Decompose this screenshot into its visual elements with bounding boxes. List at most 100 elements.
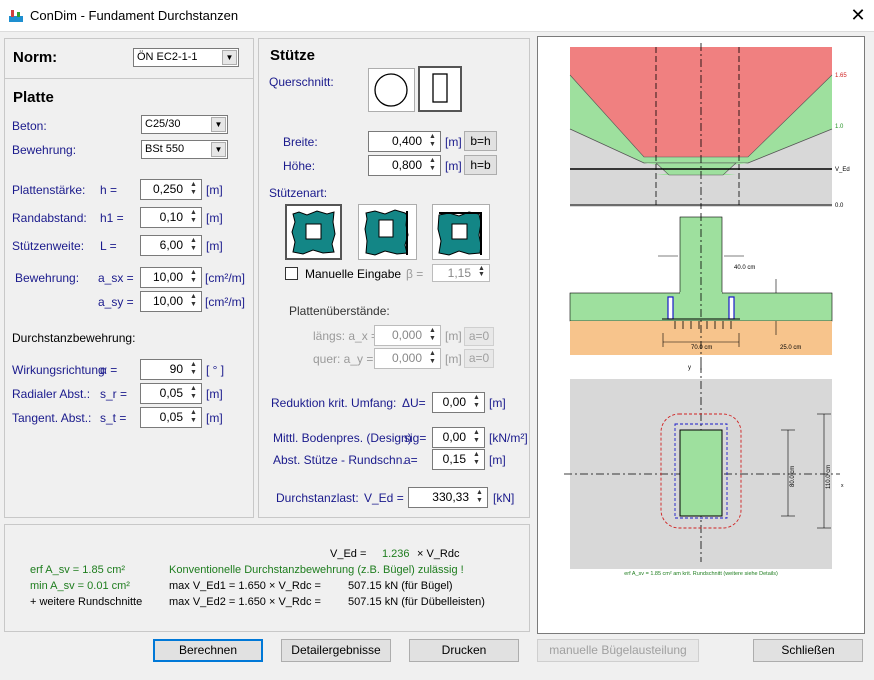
quer-value: 0,000 xyxy=(391,351,422,365)
boden-input[interactable]: 0,00 ▲ ▼ xyxy=(432,427,485,448)
spinner-icon[interactable]: ▲ ▼ xyxy=(187,361,200,378)
spinner-icon[interactable]: ▲ ▼ xyxy=(187,409,200,426)
spinner-icon[interactable]: ▲ ▼ xyxy=(187,209,200,226)
corner-column-button[interactable] xyxy=(432,204,490,260)
wirkung-input[interactable]: 90 ▲ ▼ xyxy=(140,359,202,380)
bewehrung-label: Bewehrung: xyxy=(12,143,77,157)
abst-input[interactable]: 0,15 ▲ ▼ xyxy=(432,449,485,470)
ay-zero-button[interactable]: a=0 xyxy=(464,349,494,368)
asy-input[interactable]: 10,00 ▲ ▼ xyxy=(140,291,202,312)
breite-input[interactable]: 0,400 ▲ ▼ xyxy=(368,131,441,152)
last-input[interactable]: 330,33 ▲ ▼ xyxy=(408,487,488,508)
spinner-icon[interactable]: ▲ ▼ xyxy=(475,265,488,280)
laengs-input[interactable]: 0,000 ▲ ▼ xyxy=(374,325,441,346)
randabstand-input[interactable]: 0,10 ▲ ▼ xyxy=(140,207,202,228)
spinner-icon[interactable]: ▲ ▼ xyxy=(187,181,200,198)
radial-label: Radialer Abst.: xyxy=(12,387,91,401)
last-label: Durchstanzlast: xyxy=(276,491,359,505)
max-ved2-val: 507.15 kN (für Dübelleisten) xyxy=(348,596,485,608)
reduktion-sym: ΔU= xyxy=(402,396,426,410)
plattenstaerke-sym: h = xyxy=(100,183,118,197)
asx-unit: [cm²/m] xyxy=(205,271,245,285)
dim-110: 110.0 cm xyxy=(826,465,832,489)
beta-value: 1,15 xyxy=(447,266,471,280)
spinner-icon[interactable]: ▲ ▼ xyxy=(473,489,486,506)
plattenstaerke-input[interactable]: 0,250 ▲ ▼ xyxy=(140,179,202,200)
spinner-icon[interactable]: ▲ ▼ xyxy=(426,133,439,150)
stuetze-header: Stütze xyxy=(270,47,315,64)
rect-section-button[interactable] xyxy=(418,66,462,112)
asx-input[interactable]: 10,00 ▲ ▼ xyxy=(140,267,202,288)
manuelle-label: Manuelle Eingabe xyxy=(305,267,402,281)
spinner-icon[interactable]: ▲ ▼ xyxy=(426,327,439,344)
tangent-input[interactable]: 0,05 ▲ ▼ xyxy=(140,407,202,428)
spinner-icon[interactable]: ▲ ▼ xyxy=(426,157,439,174)
randabstand-sym: h1 = xyxy=(100,211,124,225)
dim-25: 25.0 cm xyxy=(780,345,801,351)
berechnen-button[interactable]: Berechnen xyxy=(153,639,263,662)
radial-input[interactable]: 0,05 ▲ ▼ xyxy=(140,383,202,404)
norm-divider xyxy=(5,78,253,79)
norm-value: ÖN EC2-1-1 xyxy=(137,51,198,63)
drucken-button[interactable]: Drucken xyxy=(409,639,519,662)
spinner-icon[interactable]: ▲ ▼ xyxy=(470,451,483,468)
spinner-icon[interactable]: ▲ ▼ xyxy=(187,385,200,402)
quer-input[interactable]: 0,000 ▲ ▼ xyxy=(374,348,441,369)
reduktion-input[interactable]: 0,00 ▲ ▼ xyxy=(432,392,485,413)
spinner-icon[interactable]: ▲ ▼ xyxy=(187,269,200,286)
max-ved1-val: 507.15 kN (für Bügel) xyxy=(348,580,453,592)
chevron-down-icon: ▼ xyxy=(222,50,237,65)
ax-zero-button[interactable]: a=0 xyxy=(464,327,494,346)
manuelle-buegel-button[interactable]: manuelle Bügelausteilung xyxy=(537,639,699,662)
inner-column-button[interactable] xyxy=(285,204,342,260)
circle-icon xyxy=(374,73,408,107)
spinner-icon[interactable]: ▲ ▼ xyxy=(470,394,483,411)
inner-column-icon xyxy=(291,210,336,255)
stuetzenweite-input[interactable]: 6,00 ▲ ▼ xyxy=(140,235,202,256)
close-icon[interactable]: ✕ xyxy=(848,4,868,26)
tangent-unit: [m] xyxy=(206,411,223,425)
spinner-icon[interactable]: ▲ ▼ xyxy=(470,429,483,446)
bewehrung-select[interactable]: BSt 550 ▼ xyxy=(141,140,228,159)
round-section-button[interactable] xyxy=(368,68,415,112)
spinner-icon[interactable]: ▲ ▼ xyxy=(426,350,439,367)
radial-sym: s_r = xyxy=(100,387,128,401)
dim-70: 70.0 cm xyxy=(691,345,712,351)
abst-label: Abst. Stütze - Rundschn. xyxy=(273,453,406,467)
last-sym: V_Ed = xyxy=(364,491,404,505)
hoehe-input[interactable]: 0,800 ▲ ▼ xyxy=(368,155,441,176)
caption: erf A_sv = 1.85 cm² am krit. Rundschnitt… xyxy=(624,571,778,577)
norm-select[interactable]: ÖN EC2-1-1 ▼ xyxy=(133,48,239,67)
wirkung-sym: α = xyxy=(100,363,118,377)
ueberstand-label: Plattenüberstände: xyxy=(289,304,390,318)
min-asv: min A_sv = 0.01 cm² xyxy=(30,580,130,592)
manuelle-checkbox[interactable] xyxy=(285,267,298,280)
spinner-icon[interactable]: ▲ ▼ xyxy=(187,237,200,254)
breite-value: 0,400 xyxy=(391,134,422,148)
abst-unit: [m] xyxy=(489,453,506,467)
chevron-down-icon: ▼ xyxy=(211,117,226,132)
wirkung-label: Wirkungsrichtung xyxy=(12,363,105,377)
boden-value: 0,00 xyxy=(442,430,466,444)
laengs-unit: [m] xyxy=(445,329,462,343)
b-equals-h-button[interactable]: b=h xyxy=(464,131,497,151)
corner-column-icon xyxy=(437,211,482,256)
wirkung-value: 90 xyxy=(169,362,183,376)
results-panel xyxy=(4,524,530,632)
edge-column-button[interactable] xyxy=(358,204,417,260)
lbl-ved: V_Ed xyxy=(835,167,850,173)
spinner-icon[interactable]: ▲ ▼ xyxy=(187,293,200,310)
detailergebnisse-button[interactable]: Detailergebnisse xyxy=(281,639,391,662)
beta-input[interactable]: 1,15 ▲ ▼ xyxy=(432,264,490,282)
beton-select[interactable]: C25/30 ▼ xyxy=(141,115,228,134)
h-equals-b-button[interactable]: h=b xyxy=(464,155,497,175)
axis-y: y xyxy=(688,365,691,371)
radial-unit: [m] xyxy=(206,387,223,401)
schliessen-button[interactable]: Schließen xyxy=(753,639,863,662)
reduktion-unit: [m] xyxy=(489,396,506,410)
ved-result-a: V_Ed = xyxy=(330,548,367,560)
last-value: 330,33 xyxy=(432,490,469,504)
max-ved1: max V_Ed1 = 1.650 × V_Rdc = xyxy=(169,580,321,592)
konventionell-text: Konventionelle Durchstanzbewehrung (z.B.… xyxy=(169,564,464,576)
wirkung-unit: [ ° ] xyxy=(206,363,225,377)
